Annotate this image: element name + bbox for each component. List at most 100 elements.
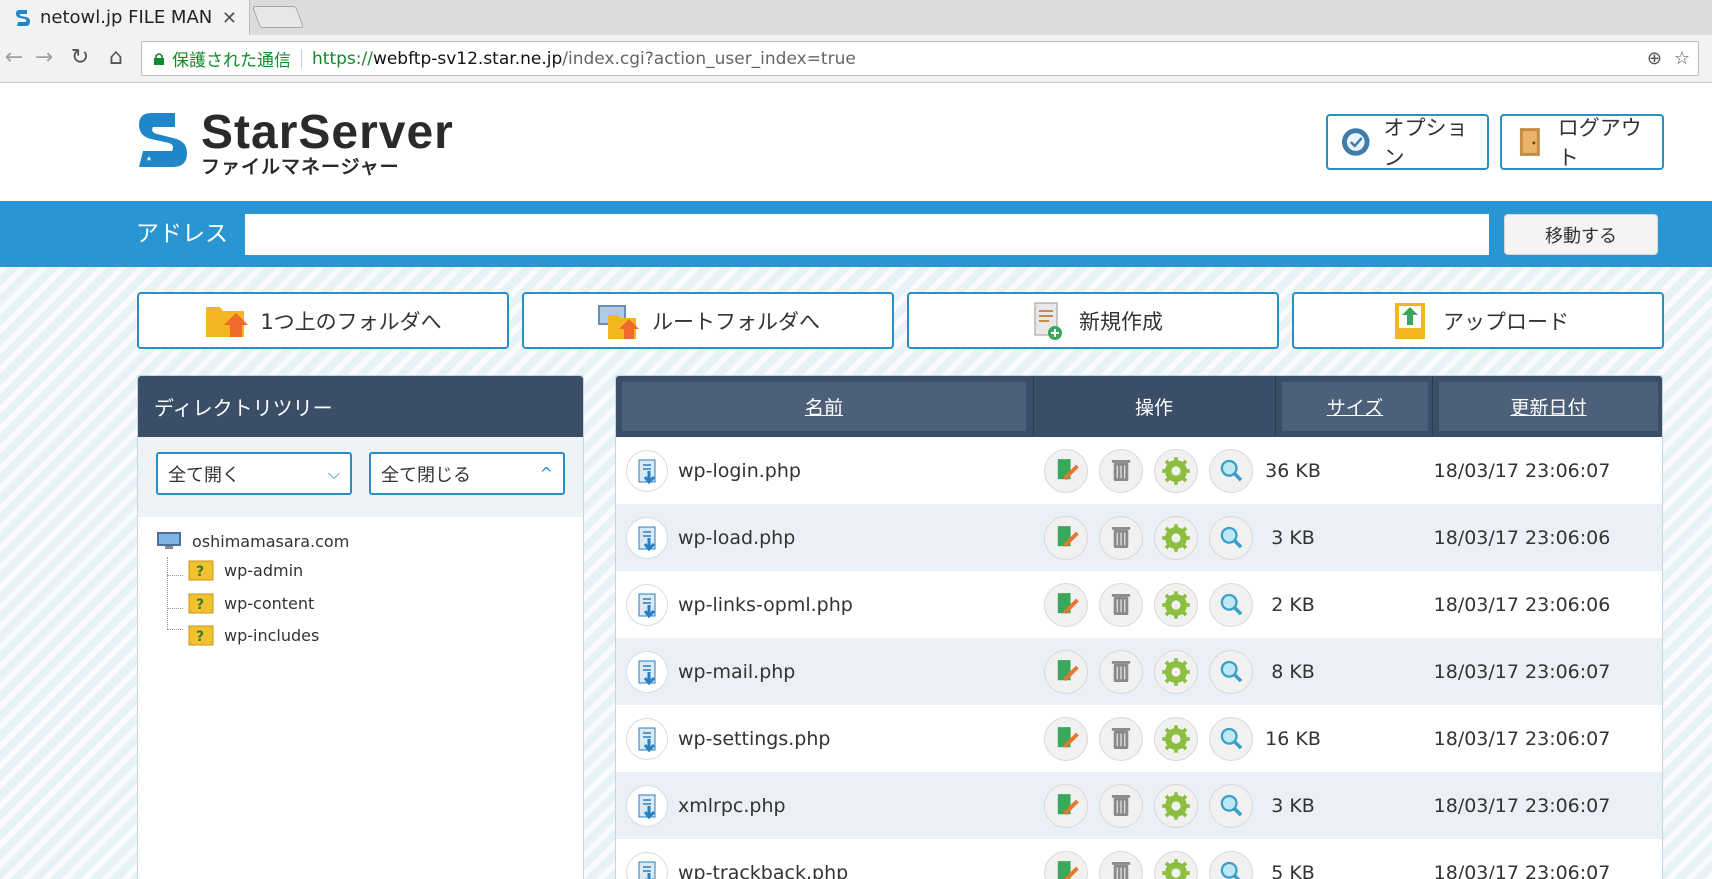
- download-icon[interactable]: [626, 650, 668, 693]
- chevron-down-icon: ⌵: [327, 464, 340, 483]
- table-row[interactable]: wp-trackback.php 5 KB 18/03/17 23:06:07: [616, 839, 1662, 879]
- table-row[interactable]: xmlrpc.php 3 KB 18/03/17 23:06:07: [616, 772, 1662, 839]
- parent-folder-label: 1つ上のフォルダへ: [260, 309, 442, 334]
- tree-body: oshimamasara.com ? wp-admin ? wp-content: [138, 517, 583, 646]
- expand-all-button[interactable]: 全て開く ⌵: [156, 452, 352, 495]
- new-create-button[interactable]: 新規作成: [907, 292, 1279, 349]
- download-icon[interactable]: [626, 717, 668, 760]
- file-name[interactable]: wp-settings.php: [678, 728, 830, 750]
- file-size: 2 KB: [1271, 593, 1315, 616]
- gear-icon[interactable]: [1154, 515, 1198, 560]
- edit-icon[interactable]: [1044, 582, 1088, 627]
- table-row[interactable]: wp-login.php 36 KB 18/03/17 23:06:07: [616, 437, 1662, 504]
- bookmark-star-icon[interactable]: ☆: [1674, 48, 1690, 69]
- tab-close-icon[interactable]: ✕: [222, 8, 237, 29]
- tree-toolbar: 全て開く ⌵ 全て閉じる ^: [138, 437, 583, 517]
- tab-title: netowl.jp FILE MAN: [40, 7, 213, 28]
- header-divider: [1432, 376, 1433, 437]
- file-date: 18/03/17 23:06:07: [1433, 660, 1611, 683]
- table-row[interactable]: wp-load.php 3 KB 18/03/17 23:06:06: [616, 504, 1662, 571]
- edit-icon[interactable]: [1044, 850, 1088, 879]
- sort-by-name[interactable]: 名前: [622, 382, 1026, 431]
- file-name[interactable]: wp-login.php: [678, 460, 801, 482]
- url-scheme: https://: [312, 48, 373, 69]
- security-label: 保護された通信: [172, 51, 291, 71]
- root-folder-label: ルートフォルダへ: [652, 309, 820, 334]
- file-date: 18/03/17 23:06:07: [1433, 861, 1611, 879]
- unknown-folder-icon: ?: [188, 625, 214, 646]
- tree-connector: [167, 557, 168, 629]
- tree-item-label: wp-content: [224, 593, 315, 613]
- gear-icon[interactable]: [1154, 649, 1198, 694]
- url-separator: [301, 48, 302, 69]
- table-row[interactable]: wp-links-opml.php 2 KB 18/03/17 23:06:06: [616, 571, 1662, 638]
- root-folder-button[interactable]: ルートフォルダへ: [522, 292, 894, 349]
- tree-item-wp-includes[interactable]: ? wp-includes: [188, 624, 319, 646]
- upload-button[interactable]: アップロード: [1292, 292, 1664, 349]
- zoom-icon[interactable]: ⊕: [1647, 48, 1662, 69]
- file-name[interactable]: xmlrpc.php: [678, 795, 786, 817]
- url-bar[interactable]: 保護された通信 https://webftp-sv12.star.ne.jp/i…: [141, 41, 1699, 76]
- main-area: 1つ上のフォルダへ ルートフォルダへ 新規作成 アップロード ディレクトリツリー: [0, 267, 1712, 879]
- trash-icon[interactable]: [1099, 649, 1143, 694]
- file-name[interactable]: wp-links-opml.php: [678, 594, 853, 616]
- download-icon[interactable]: [626, 583, 668, 626]
- home-icon[interactable]: ⌂: [102, 44, 130, 72]
- url-path: /index.cgi?action_user_index=true: [562, 48, 856, 69]
- gear-icon[interactable]: [1154, 582, 1198, 627]
- gear-icon[interactable]: [1154, 783, 1198, 828]
- edit-icon[interactable]: [1044, 515, 1088, 560]
- edit-icon[interactable]: [1044, 649, 1088, 694]
- file-date: 18/03/17 23:06:06: [1433, 526, 1611, 549]
- gear-icon[interactable]: [1154, 850, 1198, 879]
- directory-tree-panel: ディレクトリツリー 全て開く ⌵ 全て閉じる ^ oshimamasara.co…: [137, 375, 584, 879]
- tree-item-wp-admin[interactable]: ? wp-admin: [188, 559, 303, 581]
- tree-item-label: wp-includes: [224, 625, 320, 645]
- trash-icon[interactable]: [1099, 783, 1143, 828]
- trash-icon[interactable]: [1099, 716, 1143, 761]
- edit-icon[interactable]: [1044, 716, 1088, 761]
- file-size: 3 KB: [1271, 526, 1315, 549]
- reload-icon[interactable]: ↻: [66, 44, 94, 72]
- download-icon[interactable]: [626, 851, 668, 879]
- download-icon[interactable]: [626, 516, 668, 559]
- new-tab-button[interactable]: [251, 6, 305, 28]
- download-icon[interactable]: [626, 449, 668, 492]
- gear-icon[interactable]: [1154, 448, 1198, 493]
- logout-button[interactable]: ログアウト: [1500, 114, 1664, 170]
- file-size: 8 KB: [1271, 660, 1315, 683]
- options-button[interactable]: オプション: [1326, 114, 1489, 170]
- edit-icon[interactable]: [1044, 783, 1088, 828]
- tree-root-node[interactable]: oshimamasara.com: [156, 531, 349, 551]
- trash-icon[interactable]: [1099, 448, 1143, 493]
- go-button[interactable]: 移動する: [1504, 214, 1658, 255]
- tree-item-wp-content[interactable]: ? wp-content: [188, 592, 314, 614]
- svg-text:?: ?: [196, 597, 204, 613]
- collapse-all-button[interactable]: 全て閉じる ^: [369, 452, 565, 495]
- download-icon[interactable]: [626, 784, 668, 827]
- trash-icon[interactable]: [1099, 582, 1143, 627]
- file-name[interactable]: wp-load.php: [678, 527, 795, 549]
- file-size: 16 KB: [1265, 727, 1321, 750]
- file-name[interactable]: wp-trackback.php: [678, 862, 848, 879]
- gear-check-icon: [1341, 128, 1370, 156]
- sort-by-size[interactable]: サイズ: [1282, 382, 1428, 431]
- file-size: 5 KB: [1271, 861, 1315, 879]
- tree-root-label: oshimamasara.com: [192, 531, 350, 551]
- parent-folder-button[interactable]: 1つ上のフォルダへ: [137, 292, 509, 349]
- header-divider: [1275, 376, 1276, 437]
- back-icon[interactable]: ←: [0, 44, 28, 72]
- sort-by-date[interactable]: 更新日付: [1439, 382, 1658, 431]
- gear-icon[interactable]: [1154, 716, 1198, 761]
- trash-icon[interactable]: [1099, 850, 1143, 879]
- file-name[interactable]: wp-mail.php: [678, 661, 795, 683]
- forward-icon[interactable]: →: [30, 44, 58, 72]
- address-input[interactable]: [245, 214, 1489, 255]
- browser-tab[interactable]: netowl.jp FILE MAN ✕: [0, 0, 250, 35]
- table-row[interactable]: wp-settings.php 16 KB 18/03/17 23:06:07: [616, 705, 1662, 772]
- tree-connector: [167, 575, 183, 576]
- edit-icon[interactable]: [1044, 448, 1088, 493]
- trash-icon[interactable]: [1099, 515, 1143, 560]
- table-row[interactable]: wp-mail.php 8 KB 18/03/17 23:06:07: [616, 638, 1662, 705]
- starserver-logo-icon: [139, 113, 187, 167]
